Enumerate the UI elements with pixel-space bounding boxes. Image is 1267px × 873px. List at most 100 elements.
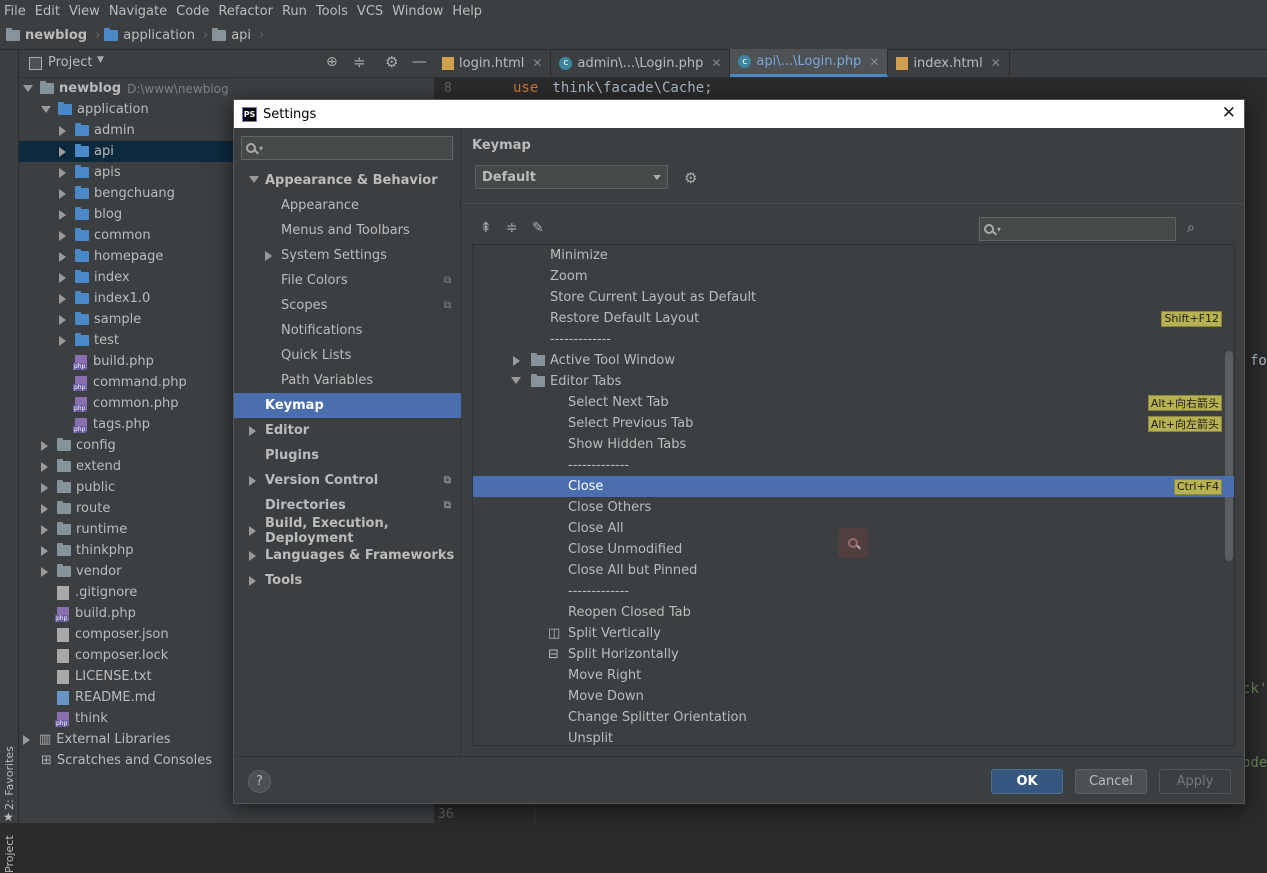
settings-search-input[interactable]: ▾ <box>241 136 453 160</box>
action-item[interactable]: Select Previous Tab Alt+向左箭头 <box>473 413 1234 434</box>
settings-nav-item[interactable]: Languages & Frameworks <box>234 543 461 568</box>
close-icon[interactable]: ✕ <box>1222 103 1236 123</box>
menu-item-help[interactable]: Help <box>452 4 482 19</box>
locate-icon[interactable]: ⊕ <box>326 54 338 70</box>
menu-item-navigate[interactable]: Navigate <box>109 4 167 19</box>
breadcrumb-item[interactable]: application <box>104 28 195 43</box>
tree-item[interactable]: index1.0 <box>59 288 150 309</box>
scratches-item[interactable]: ⊞ Scratches and Consoles <box>41 750 212 771</box>
action-item[interactable]: Restore Default Layout Shift+F12 <box>473 308 1234 329</box>
settings-nav-item[interactable]: Build, Execution, Deployment <box>234 516 461 546</box>
collapsed-arrow-icon[interactable] <box>41 503 48 514</box>
ok-button[interactable]: OK <box>991 769 1063 794</box>
collapsed-arrow-icon[interactable] <box>41 566 48 577</box>
menu-item-edit[interactable]: Edit <box>35 4 60 19</box>
tree-item[interactable]: sample <box>59 309 141 330</box>
collapsed-arrow-icon[interactable] <box>265 251 272 261</box>
settings-nav-item[interactable]: Version Control ⧉ <box>234 468 461 493</box>
editor-tab[interactable]: c admin\...\Login.php ✕ <box>551 49 731 77</box>
tree-item[interactable]: thinkphp <box>41 540 133 561</box>
menu-item-refactor[interactable]: Refactor <box>218 4 273 19</box>
collapsed-arrow-icon[interactable] <box>59 314 66 325</box>
breadcrumb-item[interactable]: newblog <box>6 28 87 43</box>
tree-item[interactable]: admin <box>59 120 135 141</box>
settings-nav-item[interactable]: Keymap <box>234 393 461 418</box>
project-view-selector[interactable]: Project <box>48 55 92 70</box>
collapsed-arrow-icon[interactable] <box>59 188 66 199</box>
settings-nav-item[interactable]: Quick Lists <box>234 343 461 368</box>
menu-item-tools[interactable]: Tools <box>316 4 348 19</box>
collapsed-arrow-icon[interactable] <box>249 576 256 586</box>
collapsed-arrow-icon[interactable] <box>41 545 48 556</box>
expand-arrow-icon[interactable] <box>249 176 259 183</box>
action-item[interactable]: Minimize <box>473 245 1234 266</box>
collapsed-arrow-icon[interactable] <box>59 167 66 178</box>
settings-nav-item[interactable]: Appearance <box>234 193 461 218</box>
action-item[interactable]: Unsplit <box>473 728 1234 745</box>
action-item[interactable]: Store Current Layout as Default <box>473 287 1234 308</box>
tree-item[interactable]: public <box>41 477 115 498</box>
action-item[interactable]: ⊟ Split Horizontally <box>473 644 1234 665</box>
tree-root[interactable]: newblog D:\www\newblog <box>23 78 229 99</box>
tree-item[interactable]: application <box>41 99 149 120</box>
expand-arrow-icon[interactable] <box>511 377 521 384</box>
menu-item-window[interactable]: Window <box>392 4 443 19</box>
keymap-select[interactable]: Default <box>475 165 668 189</box>
expand-all-icon[interactable]: ⇞ <box>480 220 492 236</box>
settings-nav-item[interactable]: Directories ⧉ <box>234 493 461 518</box>
collapsed-arrow-icon[interactable] <box>249 551 256 561</box>
settings-nav-item[interactable]: Appearance & Behavior <box>234 168 461 193</box>
collapsed-arrow-icon[interactable] <box>41 524 48 535</box>
editor-tab[interactable]: c api\...\Login.php ✕ <box>730 49 889 77</box>
chevron-down-icon[interactable]: ▼ <box>97 55 104 65</box>
tree-item[interactable]: bengchuang <box>59 183 175 204</box>
action-group[interactable]: Editor Tabs <box>473 371 1234 392</box>
help-button[interactable]: ? <box>248 770 271 793</box>
external-libraries-item[interactable]: ▥ External Libraries <box>23 729 171 750</box>
tree-item[interactable]: homepage <box>59 246 163 267</box>
collapsed-arrow-icon[interactable] <box>249 476 256 486</box>
settings-nav-item[interactable]: Menus and Toolbars <box>234 218 461 243</box>
tree-item[interactable]: command.php <box>73 372 187 393</box>
collapsed-arrow-icon[interactable] <box>59 293 66 304</box>
action-item[interactable]: ------------- <box>473 581 1234 602</box>
action-group[interactable]: Active Tool Window <box>473 350 1234 371</box>
tree-item[interactable]: think <box>55 708 108 729</box>
edit-shortcut-icon[interactable]: ✎ <box>532 220 544 236</box>
tree-item[interactable]: common <box>59 225 151 246</box>
collapsed-arrow-icon[interactable] <box>59 335 66 346</box>
collapsed-arrow-icon[interactable] <box>249 426 256 436</box>
collapsed-arrow-icon[interactable] <box>41 440 48 451</box>
tree-item[interactable]: route <box>41 498 110 519</box>
settings-nav-item[interactable]: Editor <box>234 418 461 443</box>
action-item[interactable]: Move Down <box>473 686 1234 707</box>
action-item[interactable]: Show Hidden Tabs <box>473 434 1234 455</box>
expand-arrow-icon[interactable] <box>23 85 33 92</box>
close-tab-icon[interactable]: ✕ <box>711 56 721 70</box>
tree-item[interactable]: config <box>41 435 116 456</box>
menu-item-vcs[interactable]: VCS <box>357 4 383 19</box>
expand-arrow-icon[interactable] <box>41 106 51 113</box>
collapsed-arrow-icon[interactable] <box>59 146 66 157</box>
favorites-tool-button[interactable]: 2: Favorites <box>3 746 16 810</box>
settings-nav-item[interactable]: Plugins <box>234 443 461 468</box>
action-item[interactable]: Reopen Closed Tab <box>473 602 1234 623</box>
collapsed-arrow-icon[interactable] <box>41 461 48 472</box>
collapse-all-icon[interactable]: ≑ <box>353 53 366 71</box>
settings-nav-item[interactable]: Scopes ⧉ <box>234 293 461 318</box>
tree-item[interactable]: .gitignore <box>57 582 137 603</box>
action-search-input[interactable]: ▾ <box>979 217 1176 241</box>
tree-item[interactable]: apis <box>59 162 121 183</box>
action-item[interactable]: ◫ Split Vertically <box>473 623 1234 644</box>
tree-item[interactable]: extend <box>41 456 121 477</box>
close-tab-icon[interactable]: ✕ <box>532 56 542 70</box>
tree-item[interactable]: blog <box>59 204 122 225</box>
collapsed-arrow-icon[interactable] <box>41 482 48 493</box>
cancel-button[interactable]: Cancel <box>1075 769 1147 794</box>
tree-item[interactable]: LICENSE.txt <box>57 666 152 687</box>
tree-item[interactable]: runtime <box>41 519 127 540</box>
action-item[interactable]: ------------- <box>473 455 1234 476</box>
editor-tab[interactable]: index.html ✕ <box>888 49 1010 77</box>
menu-item-code[interactable]: Code <box>176 4 209 19</box>
action-search-field[interactable] <box>1005 221 1175 237</box>
